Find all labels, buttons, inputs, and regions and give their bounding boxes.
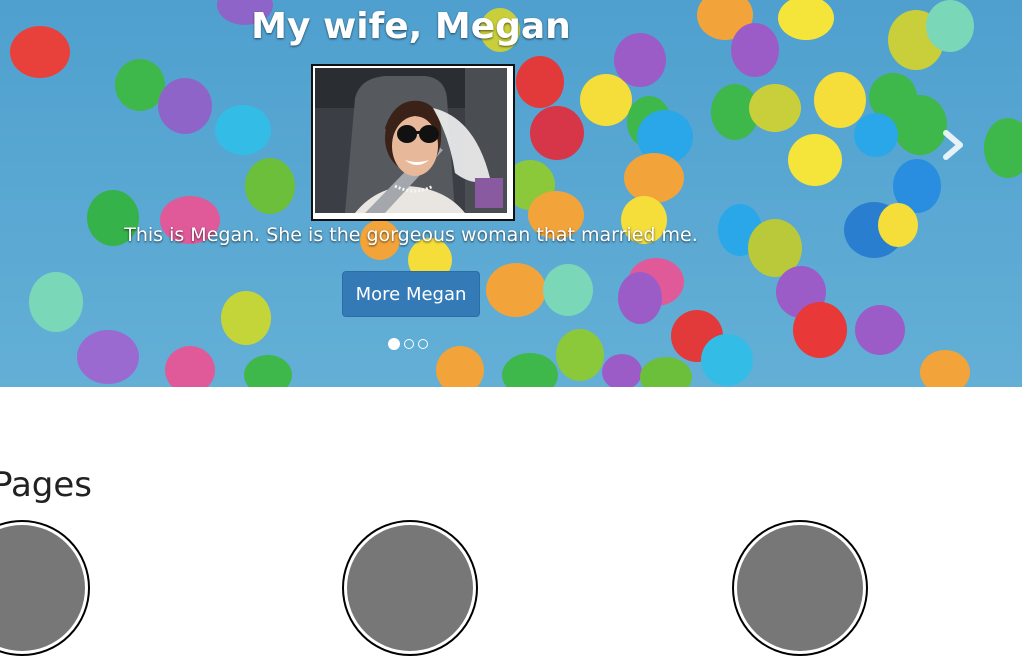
carousel-indicator-1[interactable] [388,338,400,350]
megan-photo-image [315,68,507,213]
chevron-right-icon [943,130,963,160]
more-megan-button[interactable]: More Megan [342,271,480,317]
slide-caption: This is Megan. She is the gorgeous woman… [124,224,698,246]
megan-photo [311,64,515,221]
hero-carousel: My wife, Megan This is Megan. She is the… [0,0,1022,387]
page-thumbnail-image [737,525,863,651]
page-thumbnail-1[interactable] [0,520,90,656]
slide-title: My wife, Megan [251,6,571,47]
carousel-next-control[interactable] [936,125,970,165]
page-thumbnail-2[interactable] [342,520,478,656]
pages-heading: Pages [0,465,93,505]
page-thumbnail-image [347,525,473,651]
carousel-indicator-3[interactable] [418,339,428,349]
page-thumbnail-image [0,525,85,651]
carousel-indicator-2[interactable] [404,339,414,349]
carousel-indicators [388,338,428,350]
page-thumbnail-3[interactable] [732,520,868,656]
